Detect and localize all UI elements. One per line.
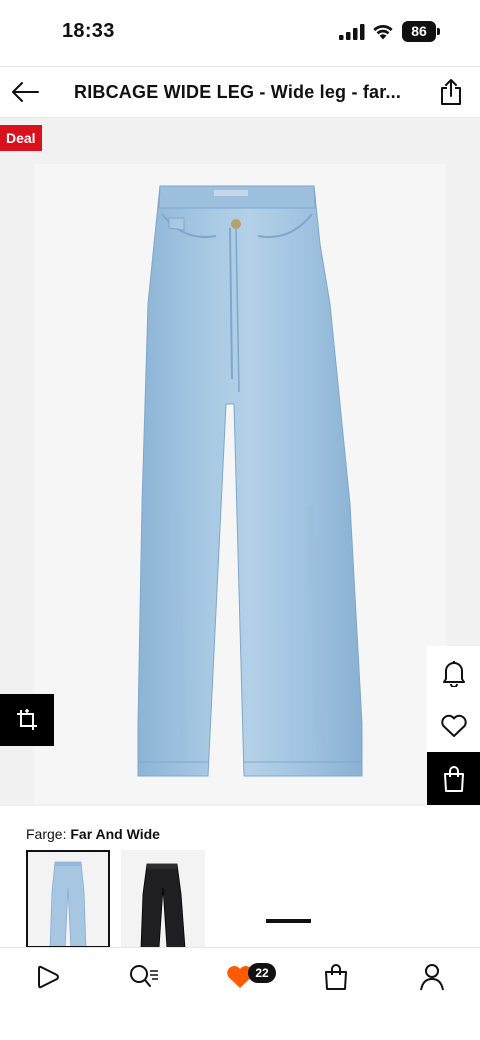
product-side-actions [427, 646, 480, 806]
bell-icon [442, 660, 465, 687]
bottom-navigation: 22 [0, 947, 480, 1040]
swatch-black-denim-image [140, 863, 186, 948]
back-button[interactable] [8, 75, 42, 109]
deal-badge: Deal [0, 125, 42, 151]
share-icon [441, 79, 461, 105]
home-icon [38, 965, 59, 989]
nav-search[interactable] [124, 960, 164, 994]
color-value: Far And Wide [70, 826, 160, 842]
notify-button[interactable] [427, 646, 480, 699]
nav-profile[interactable] [412, 960, 452, 994]
nav-cart[interactable] [316, 960, 356, 994]
product-photo [34, 164, 446, 804]
crop-icon [17, 709, 37, 730]
swatch-light-denim-image [49, 861, 87, 946]
wifi-icon [373, 24, 393, 40]
profile-icon [420, 964, 444, 991]
jeans-image [137, 185, 363, 777]
cellular-signal-icon [339, 24, 365, 40]
bag-icon [443, 765, 464, 792]
nav-home[interactable] [28, 960, 68, 994]
battery-indicator: 86 [402, 21, 440, 42]
color-label: Farge: Far And Wide [26, 826, 160, 842]
battery-level: 86 [402, 21, 436, 42]
share-button[interactable] [436, 76, 466, 108]
back-arrow-icon [12, 82, 39, 102]
search-icon [130, 965, 158, 987]
color-label-key: Farge: [26, 826, 67, 842]
product-header: RIBCAGE WIDE LEG - Wide leg - far... [0, 66, 480, 118]
cart-icon [325, 964, 347, 990]
battery-cap [437, 28, 440, 35]
carousel-pager [266, 919, 311, 923]
status-time: 18:33 [62, 20, 115, 42]
color-swatch-selected[interactable] [26, 850, 110, 948]
page-title: RIBCAGE WIDE LEG - Wide leg - far... [74, 82, 402, 102]
heart-icon [440, 714, 467, 737]
wishlist-button[interactable] [427, 699, 480, 752]
product-image-carousel[interactable] [0, 118, 480, 923]
status-bar: 18:33 86 [0, 0, 480, 66]
wishlist-count-badge: 22 [248, 963, 276, 983]
visual-search-button[interactable] [0, 694, 54, 746]
add-to-bag-button[interactable] [427, 752, 480, 805]
color-swatch[interactable] [121, 850, 205, 948]
